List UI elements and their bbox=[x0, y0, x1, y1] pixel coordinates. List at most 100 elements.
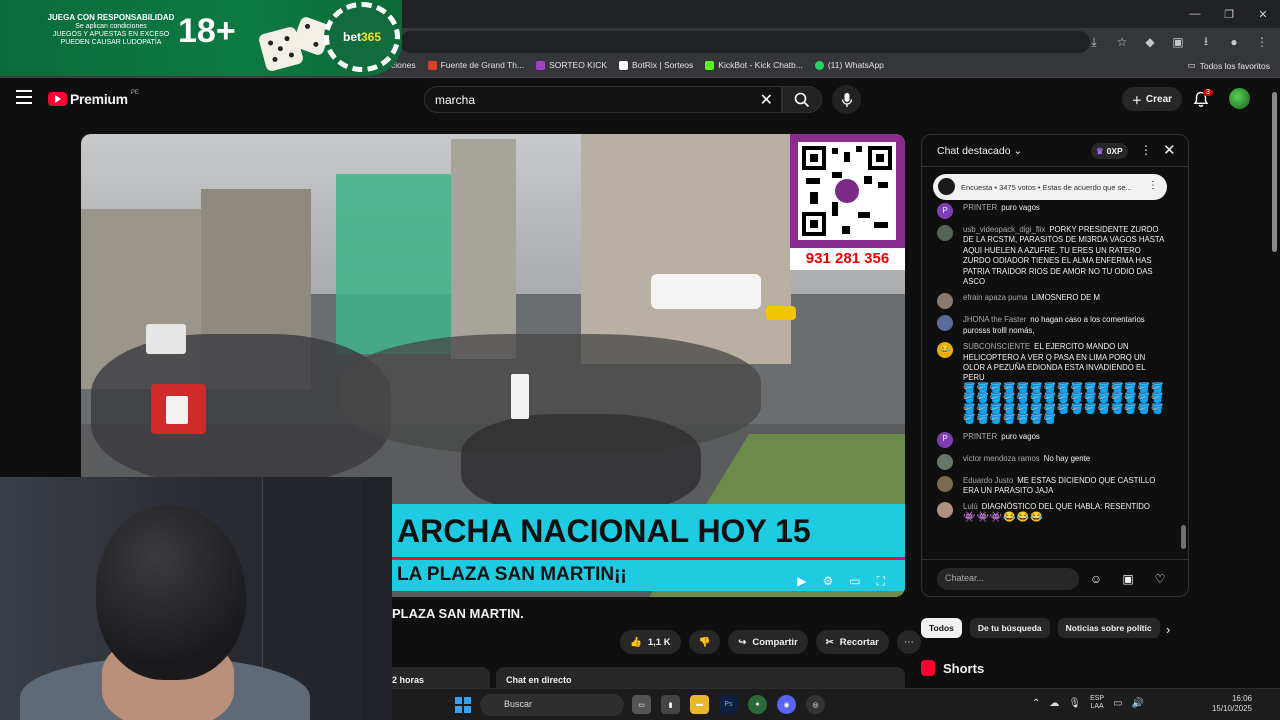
video-progress-bar[interactable] bbox=[391, 557, 895, 559]
chat-messages: P PRINTER puro vagos usb_videopack_digi_f… bbox=[937, 203, 1167, 529]
bookmark-icon bbox=[705, 60, 715, 70]
related-filter-chips: Todos De tu búsqueda Noticias sobre polí… bbox=[921, 618, 1160, 638]
scissors-icon: ✂ bbox=[825, 636, 834, 648]
chrome-icon[interactable]: ● bbox=[748, 695, 767, 714]
super-chat-icon[interactable]: ▣ bbox=[1119, 570, 1137, 588]
chat-message: JHONA the Faster no hagan caso a los come… bbox=[937, 315, 1167, 336]
chip-politics-news[interactable]: Noticias sobre polític bbox=[1057, 618, 1160, 638]
task-view-icon[interactable]: ▭ bbox=[632, 695, 651, 714]
taskbar-search[interactable]: Buscar bbox=[480, 694, 624, 716]
restore-button[interactable]: ❐ bbox=[1212, 0, 1246, 28]
app-icon[interactable]: ▮ bbox=[661, 695, 680, 714]
emoji-icon[interactable]: ☺ bbox=[1087, 570, 1105, 588]
plus-icon: ＋ bbox=[1131, 95, 1142, 107]
language-indicator[interactable]: ESP LAA bbox=[1090, 695, 1104, 711]
more-actions-button[interactable]: ⋯ bbox=[896, 630, 921, 654]
user-avatar bbox=[937, 293, 953, 310]
shorts-section-title: Shorts bbox=[921, 660, 984, 676]
windows-start-icon[interactable] bbox=[455, 697, 471, 713]
windows-taskbar: Buscar ▭ ▮ ▬ Ps ● ◉ ◎ ⌃ ☁ 🎙 ESP LAA ▭ 🔊 1… bbox=[392, 688, 1280, 720]
install-icon[interactable]: ⤓ bbox=[1082, 30, 1106, 54]
settings-gear-icon[interactable]: ⚙ bbox=[822, 574, 833, 589]
chevron-down-icon: ⌄ bbox=[1013, 145, 1023, 157]
chip-from-search[interactable]: De tu búsqueda bbox=[969, 618, 1050, 638]
chat-message: efrain apaza puma LIMOSNERO DE M bbox=[937, 293, 1167, 310]
miniplayer-icon[interactable]: ▭ bbox=[849, 574, 860, 589]
chat-mode-dropdown[interactable]: Chat destacado ⌄ bbox=[937, 145, 1022, 157]
video-title: PLAZA SAN MARTIN. bbox=[392, 606, 524, 621]
chip-all[interactable]: Todos bbox=[921, 618, 962, 638]
account-avatar[interactable] bbox=[1229, 88, 1250, 109]
file-explorer-icon[interactable]: ▬ bbox=[690, 695, 709, 714]
star-icon[interactable]: ☆ bbox=[1110, 30, 1134, 54]
streamer-webcam bbox=[0, 477, 392, 720]
search-button[interactable] bbox=[782, 86, 822, 113]
photoshop-icon[interactable]: Ps bbox=[719, 695, 738, 714]
create-button[interactable]: ＋ Crear bbox=[1122, 87, 1182, 111]
heart-icon[interactable]: ♡ bbox=[1151, 570, 1169, 588]
youtube-play-icon bbox=[48, 92, 67, 106]
app-icon[interactable]: ◎ bbox=[806, 695, 825, 714]
bookmark-item[interactable]: (11) WhatsApp bbox=[814, 60, 884, 70]
play-icon[interactable]: ▶ bbox=[797, 574, 806, 589]
tray-chevron-icon[interactable]: ⌃ bbox=[1032, 698, 1040, 709]
share-button[interactable]: ↪ Compartir bbox=[728, 630, 808, 654]
address-bar[interactable] bbox=[400, 31, 1090, 53]
bookmark-icon bbox=[536, 60, 546, 70]
minimize-button[interactable]: — bbox=[1178, 0, 1212, 28]
page-scrollbar[interactable] bbox=[1272, 92, 1277, 252]
thumbs-down-icon: 👎 bbox=[698, 636, 711, 648]
chat-input[interactable]: Chatear... bbox=[937, 568, 1079, 590]
display-icon[interactable]: ▭ bbox=[1113, 698, 1122, 709]
puzzle-icon[interactable]: ▣ bbox=[1166, 30, 1190, 54]
youtube-premium-logo[interactable]: Premium PE bbox=[48, 90, 139, 107]
close-window-button[interactable]: ✕ bbox=[1246, 0, 1280, 28]
fullscreen-icon[interactable]: ⛶ bbox=[877, 574, 885, 589]
like-button[interactable]: 👍 1,1 K bbox=[620, 630, 681, 654]
mic-tray-icon[interactable]: 🎙 bbox=[1068, 698, 1081, 709]
poll-banner[interactable]: Encuesta • 3475 votos • Estas de acuerdo… bbox=[933, 174, 1167, 200]
voice-search-button[interactable] bbox=[832, 85, 861, 114]
bookmark-item[interactable]: Fuente de Grand Th... bbox=[427, 60, 524, 70]
bookmark-item[interactable]: BotRix | Sorteos bbox=[619, 60, 693, 70]
all-favorites[interactable]: ▭ Todos los favoritos bbox=[1188, 60, 1270, 71]
bookmark-item[interactable]: KickBot - Kick Chatb... bbox=[705, 60, 803, 70]
discord-icon[interactable]: ◉ bbox=[777, 695, 796, 714]
share-icon: ↪ bbox=[738, 636, 747, 648]
hamburger-menu-icon[interactable] bbox=[16, 90, 32, 104]
xp-badge[interactable]: ♛ 0XP bbox=[1091, 143, 1128, 159]
bookmark-item[interactable]: SORTEO KICK bbox=[536, 60, 607, 70]
age-limit: 18+ bbox=[178, 12, 236, 50]
search-input[interactable]: marcha ✕ bbox=[424, 86, 782, 113]
user-avatar bbox=[937, 225, 953, 241]
volume-icon[interactable]: 🔊 bbox=[1132, 698, 1144, 709]
system-clock[interactable]: 16:06 15/10/2025 bbox=[1204, 694, 1252, 714]
bet365-ad-banner[interactable]: JUEGA CON RESPONSABILIDAD Se aplican con… bbox=[0, 0, 402, 76]
whatsapp-icon bbox=[814, 60, 824, 70]
dislike-button[interactable]: 👎 bbox=[688, 630, 721, 654]
close-chat-icon[interactable]: ✕ bbox=[1163, 141, 1176, 159]
user-avatar bbox=[937, 502, 953, 519]
extension-icon[interactable]: ◆ bbox=[1138, 30, 1162, 54]
chat-message: P PRINTER puro vagos bbox=[937, 431, 1167, 448]
user-avatar: P bbox=[937, 203, 953, 219]
chevron-right-icon[interactable]: › bbox=[1166, 622, 1170, 637]
menu-icon[interactable]: ⋮ bbox=[1250, 30, 1274, 54]
chat-scrollbar[interactable] bbox=[1181, 525, 1186, 549]
video-overlay-title: ARCHA NACIONAL HOY 15 bbox=[391, 504, 905, 557]
bookmark-icon bbox=[619, 60, 629, 70]
chat-message: victor mendoza ramos No hay gente bbox=[937, 453, 1167, 470]
user-avatar: P bbox=[937, 431, 953, 448]
responsible-gambling-text: JUEGA CON RESPONSABILIDAD Se aplican con… bbox=[47, 13, 175, 47]
shorts-icon bbox=[921, 660, 935, 676]
chat-message: Eduardo Justo ME ESTAS DICIENDO QUE CASTI… bbox=[937, 475, 1167, 497]
clear-search-icon[interactable]: ✕ bbox=[760, 90, 773, 110]
clip-button[interactable]: ✂ Recortar bbox=[815, 630, 889, 654]
download-icon[interactable]: ⭳ bbox=[1194, 30, 1218, 54]
cloud-icon[interactable]: ☁ bbox=[1049, 698, 1059, 709]
microphone-icon bbox=[841, 92, 852, 107]
profile-icon[interactable]: ● bbox=[1222, 30, 1246, 54]
chat-more-icon[interactable]: ⋮ bbox=[1140, 143, 1152, 157]
poll-icon bbox=[938, 178, 955, 195]
poll-more-icon[interactable]: ⋮ bbox=[1148, 180, 1158, 191]
